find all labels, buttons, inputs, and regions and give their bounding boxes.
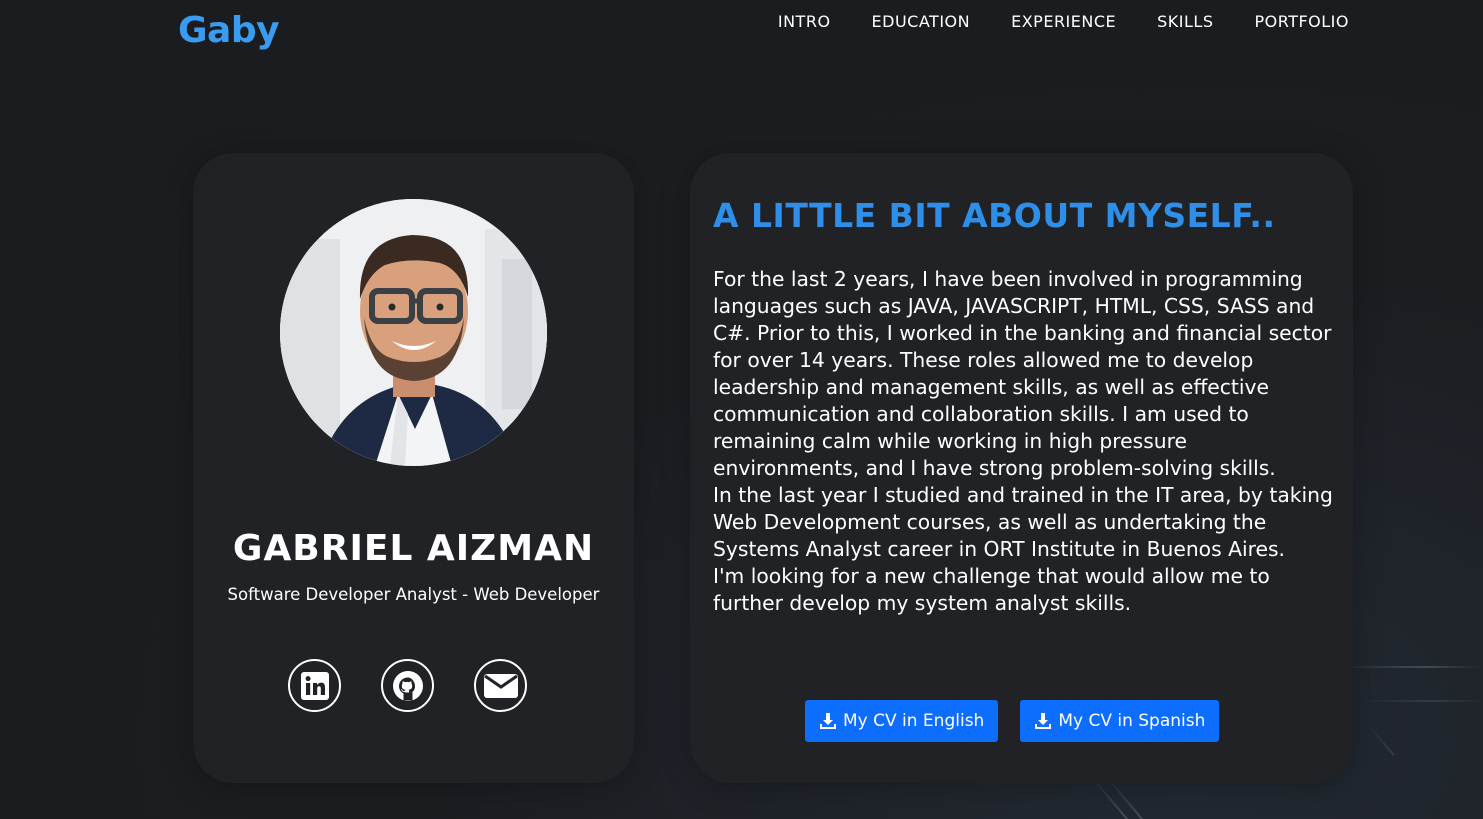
github-button[interactable]	[381, 659, 434, 712]
social-links	[288, 659, 527, 712]
linkedin-icon	[300, 671, 329, 700]
github-icon	[392, 670, 423, 701]
email-button[interactable]	[474, 659, 527, 712]
cv-spanish-button[interactable]: My CV in Spanish	[1020, 700, 1220, 742]
main-nav: INTRO EDUCATION EXPERIENCE SKILLS PORTFO…	[778, 12, 1349, 31]
email-icon	[483, 673, 518, 698]
nav-education[interactable]: EDUCATION	[872, 12, 971, 31]
about-card: A LITTLE BIT ABOUT MYSELF.. For the last…	[690, 153, 1353, 783]
about-paragraph: For the last 2 years, I have been involv…	[713, 267, 1332, 480]
download-icon	[1035, 713, 1052, 729]
profile-role: Software Developer Analyst - Web Develop…	[227, 585, 600, 604]
about-text: For the last 2 years, I have been involv…	[713, 266, 1338, 617]
download-icon	[820, 713, 836, 729]
site-logo[interactable]: Gaby	[178, 10, 280, 51]
nav-portfolio[interactable]: PORTFOLIO	[1255, 12, 1350, 31]
cv-spanish-label: My CV in Spanish	[1058, 711, 1206, 731]
nav-skills[interactable]: SKILLS	[1157, 12, 1213, 31]
avatar-photo	[280, 199, 547, 466]
background-streak	[1360, 700, 1483, 702]
about-paragraph: In the last year I studied and trained i…	[713, 483, 1333, 561]
about-paragraph: I'm looking for a new challenge that wou…	[713, 564, 1270, 615]
cv-english-button[interactable]: My CV in English	[805, 700, 999, 742]
nav-intro[interactable]: INTRO	[778, 12, 831, 31]
profile-card: GABRIEL AIZMAN Software Developer Analys…	[193, 153, 634, 783]
avatar	[280, 199, 547, 466]
cv-buttons: My CV in English My CV in Spanish	[805, 700, 1220, 742]
nav-experience[interactable]: EXPERIENCE	[1011, 12, 1116, 31]
background-line	[1367, 724, 1395, 756]
background-streak	[1340, 666, 1483, 668]
cv-english-label: My CV in English	[843, 711, 985, 731]
about-title: A LITTLE BIT ABOUT MYSELF..	[713, 196, 1276, 235]
profile-name: GABRIEL AIZMAN	[232, 528, 595, 569]
page: Gaby INTRO EDUCATION EXPERIENCE SKILLS P…	[0, 0, 1483, 819]
linkedin-button[interactable]	[288, 659, 341, 712]
